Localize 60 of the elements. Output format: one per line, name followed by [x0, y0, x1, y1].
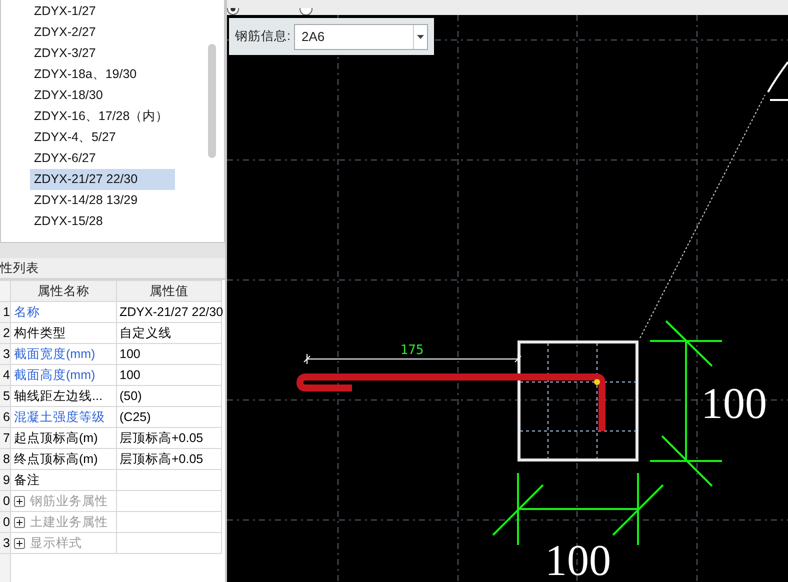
property-value[interactable]: 层顶标高+0.05 — [116, 428, 222, 448]
list-item[interactable]: ZDYX-16、17/28（内） — [30, 106, 175, 127]
property-name: 名称 — [10, 302, 116, 322]
panel-title: 性列表 — [0, 258, 225, 280]
list-item[interactable]: ZDYX-1/27 — [30, 1, 175, 22]
property-name: 终点顶标高(m) — [10, 448, 116, 470]
property-value[interactable]: 层顶标高+0.05 — [116, 448, 222, 470]
property-value[interactable]: ZDYX-21/27 22/30 — [116, 302, 222, 322]
group-label: 显示样式 — [30, 536, 82, 550]
field-label: 钢筋信息: — [235, 28, 290, 45]
list-item[interactable]: ZDYX-14/28 13/29 — [30, 190, 175, 211]
expand-icon[interactable] — [14, 496, 25, 507]
property-name: 截面高度(mm) — [10, 364, 116, 386]
group-label: 土建业务属性 — [30, 514, 108, 528]
property-name: 构件类型 — [10, 322, 116, 344]
dimension-label: 175 — [400, 343, 424, 358]
row-number: 4 — [0, 364, 10, 386]
row-number: 1 — [0, 302, 10, 322]
radio-button-icon[interactable] — [299, 8, 313, 15]
row-number: 8 — [0, 448, 10, 470]
row-number: 9 — [0, 470, 10, 490]
list-item[interactable]: ZDYX-6/27 — [30, 148, 175, 169]
radio-button-icon[interactable] — [227, 8, 239, 15]
property-name: 轴线距左边线... — [10, 386, 116, 406]
list-item[interactable]: ZDYX-18/30 — [30, 85, 175, 106]
row-number: 6 — [0, 406, 10, 428]
dimension-label: 100 — [545, 536, 611, 582]
expand-icon[interactable] — [14, 538, 25, 549]
group-label: 钢筋业务属性 — [30, 494, 108, 508]
list-item[interactable]: ZDYX-2/27 — [30, 22, 175, 43]
row-number: 0 — [0, 490, 10, 512]
property-value[interactable]: (50) — [116, 386, 222, 406]
expand-icon[interactable] — [14, 516, 25, 528]
row-number: 2 — [0, 322, 10, 344]
scrollbar-thumb[interactable] — [208, 44, 216, 158]
list-item[interactable]: ZDYX-18a、19/30 — [30, 64, 175, 85]
list-item[interactable]: ZDYX-4、5/27 — [30, 127, 175, 148]
row-number: 7 — [0, 428, 10, 448]
list-item[interactable]: ZDYX-3/27 — [30, 43, 175, 64]
property-name: 混凝土强度等级 — [10, 406, 116, 428]
list-item[interactable]: ZDYX-21/27 22/30 — [30, 169, 175, 190]
row-number: 3 — [0, 532, 10, 554]
property-name: 起点顶标高(m) — [10, 428, 116, 448]
dimension-label: 100 — [701, 379, 767, 428]
column-header: 属性值 — [116, 280, 222, 302]
row-number: 5 — [0, 386, 10, 406]
anchor-point — [594, 379, 600, 385]
row-number: 0 — [0, 512, 10, 532]
property-value[interactable]: 自定义线 — [116, 322, 222, 344]
caret-icon — [417, 34, 424, 38]
list-item[interactable]: ZDYX-15/28 — [30, 211, 175, 232]
rebar-dropdown[interactable]: 2A6 — [294, 24, 428, 50]
column-header: 属性名称 — [10, 280, 116, 302]
property-name: 备注 — [10, 470, 116, 490]
row-number: 3 — [0, 344, 10, 364]
curve-drawing — [767, 61, 788, 101]
property-value[interactable]: 100 — [116, 364, 222, 386]
property-value[interactable]: (C25) — [116, 406, 222, 428]
property-value[interactable]: 100 — [116, 344, 222, 364]
property-name: 截面宽度(mm) — [10, 344, 116, 364]
